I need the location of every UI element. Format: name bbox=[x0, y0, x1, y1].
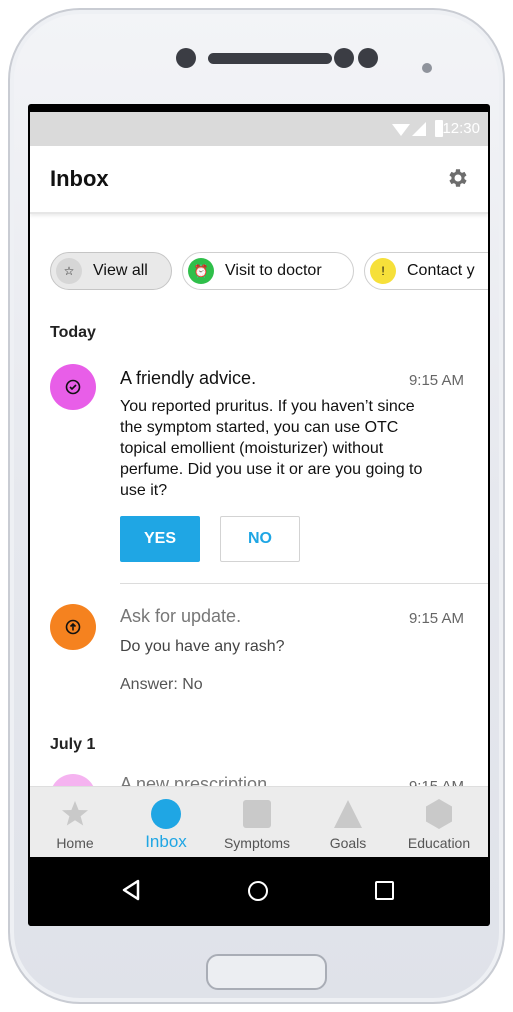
nav-label: Symptoms bbox=[223, 835, 291, 851]
divider bbox=[120, 583, 488, 584]
chip-contact[interactable]: ! Contact y bbox=[364, 252, 488, 290]
nav-label: Inbox bbox=[145, 832, 187, 851]
message-time: 9:15 AM bbox=[408, 372, 464, 389]
message-time: 9:15 AM bbox=[408, 610, 464, 627]
alarm-clock-icon: ⏰ bbox=[188, 258, 214, 284]
nav-item-inbox[interactable]: Inbox bbox=[121, 787, 211, 857]
nav-item-symptoms[interactable]: Symptoms bbox=[212, 787, 302, 857]
section-header-today: Today bbox=[50, 324, 96, 341]
chip-view-all[interactable]: ☆ View all bbox=[50, 252, 172, 290]
app-content: Inbox ☆ View all ⏰ Visit to doctor ! Con… bbox=[30, 146, 488, 857]
system-nav-bar bbox=[30, 857, 488, 926]
sensor-dot bbox=[334, 48, 354, 68]
wifi-icon bbox=[392, 124, 410, 136]
chip-label: Contact y bbox=[407, 262, 475, 279]
message-title: A friendly advice. bbox=[120, 368, 257, 388]
star-icon: ☆ bbox=[56, 258, 82, 284]
check-circle-icon bbox=[50, 364, 96, 410]
chip-label: Visit to doctor bbox=[225, 262, 322, 279]
section-header-july-1: July 1 bbox=[50, 736, 96, 753]
page-title: Inbox bbox=[50, 166, 109, 191]
signal-icon bbox=[412, 122, 426, 136]
message-title: Ask for update. bbox=[120, 606, 242, 626]
status-time: 12:30 bbox=[442, 120, 480, 137]
bottom-navigation: Home Inbox Symptoms Goals Education bbox=[30, 786, 488, 857]
recent-apps-icon[interactable] bbox=[375, 881, 394, 900]
message-answer: Answer: No bbox=[120, 676, 203, 693]
alert-icon: ! bbox=[370, 258, 396, 284]
triangle-icon bbox=[334, 800, 362, 828]
hexagon-icon bbox=[426, 799, 452, 829]
chip-visit-to-doctor[interactable]: ⏰ Visit to doctor bbox=[182, 252, 354, 290]
yes-button[interactable]: YES bbox=[120, 516, 200, 562]
chip-label: View all bbox=[93, 262, 148, 279]
home-icon[interactable] bbox=[248, 881, 268, 901]
message-body: You reported pruritus. If you haven’t si… bbox=[120, 398, 423, 499]
camera-dot bbox=[176, 48, 196, 68]
nav-item-education[interactable]: Education bbox=[394, 787, 484, 857]
nav-label: Home bbox=[56, 835, 94, 851]
light-sensor-dot bbox=[422, 63, 432, 73]
sensor-dot bbox=[358, 48, 378, 68]
square-icon bbox=[243, 800, 271, 828]
nav-item-home[interactable]: Home bbox=[30, 787, 120, 857]
no-button[interactable]: NO bbox=[220, 516, 300, 562]
app-bar: Inbox bbox=[30, 146, 488, 214]
back-icon[interactable] bbox=[122, 879, 140, 901]
device-screen: 12:30 Inbox ☆ View all ⏰ Visit to doctor… bbox=[28, 104, 490, 926]
nav-label: Education bbox=[407, 835, 471, 851]
gear-icon[interactable] bbox=[446, 166, 470, 190]
filter-chips: ☆ View all ⏰ Visit to doctor ! Contact y bbox=[50, 252, 488, 292]
hardware-home-button[interactable] bbox=[206, 954, 327, 990]
star-icon bbox=[62, 801, 88, 826]
nav-item-goals[interactable]: Goals bbox=[303, 787, 393, 857]
circle-icon bbox=[151, 799, 181, 829]
message-body: Do you have any rash? bbox=[120, 638, 285, 655]
speaker-grille bbox=[208, 53, 332, 64]
status-bar: 12:30 bbox=[30, 112, 488, 146]
arrow-up-circle-icon bbox=[50, 604, 96, 650]
nav-label: Goals bbox=[329, 835, 367, 851]
